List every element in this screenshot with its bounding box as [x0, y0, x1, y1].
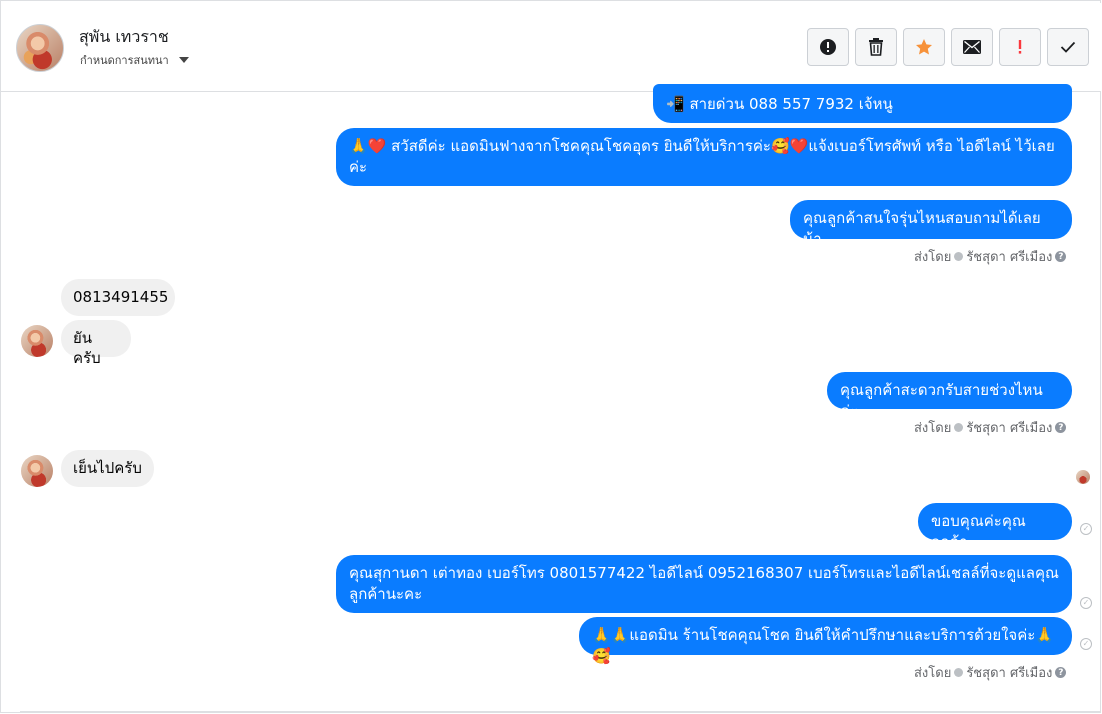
sent-by-info: ส่งโดย รัชสุดา ศรีเมือง ? — [914, 246, 1067, 267]
delete-button[interactable] — [855, 28, 897, 66]
report-button[interactable] — [807, 28, 849, 66]
outgoing-message: คุณลูกค้าสะดวกรับสายช่วงไหนค่ะ — [827, 372, 1072, 420]
assign-conversation-dropdown[interactable]: กำหนดการสนทนา — [80, 51, 189, 69]
mark-unread-button[interactable] — [951, 28, 993, 66]
seen-avatar — [1076, 470, 1090, 484]
contact-avatar-small[interactable] — [21, 455, 53, 487]
message-text: 🙏❤️ สวัสดีค่ะ แอดมินฟางจากโชคคุณโชคอุดร … — [349, 137, 1055, 176]
outgoing-message: 🙏🙏แอดมิน ร้านโชคคุณโชค ยินดีให้คำปรึกษาแ… — [579, 617, 1072, 665]
conversation-header: สุพัน เทวราช กำหนดการสนทนา — [1, 3, 1101, 92]
agent-avatar-icon — [954, 252, 964, 261]
sent-check-icon: ✓ — [1080, 638, 1092, 650]
message-text: 📲 สายด่วน 088 557 7932 เจ้หนู — [666, 95, 893, 113]
outgoing-message: คุณลูกค้าสนใจรุ่นไหนสอบถามได้เลยน้า — [790, 200, 1072, 248]
message-text: 0813491455 — [73, 288, 169, 306]
sent-by-label: ส่งโดย — [914, 250, 952, 265]
star-button[interactable] — [903, 28, 945, 66]
agent-name[interactable]: รัชสุดา ศรีเมือง — [966, 417, 1052, 438]
agent-name[interactable]: รัชสุดา ศรีเมือง — [966, 662, 1052, 683]
outgoing-message: คุณสุกานดา เต่าทอง เบอร์โทร 0801577422 ไ… — [336, 555, 1072, 613]
outgoing-message: 📲 สายด่วน 088 557 7932 เจ้หนู — [653, 84, 1072, 123]
outgoing-message: 🙏❤️ สวัสดีค่ะ แอดมินฟางจากโชคคุณโชคอุดร … — [336, 128, 1072, 186]
sent-by-info: ส่งโดย รัชสุดา ศรีเมือง ? — [914, 417, 1067, 438]
contact-avatar[interactable] — [16, 24, 64, 72]
composer-divider — [20, 711, 1100, 712]
exclamation-circle-icon — [820, 39, 836, 55]
agent-name[interactable]: รัชสุดา ศรีเมือง — [966, 246, 1052, 267]
sent-by-label: ส่งโดย — [914, 666, 952, 681]
envelope-icon — [963, 40, 981, 54]
sent-by-label: ส่งโดย — [914, 421, 952, 436]
incoming-message: เย็นไปครับ — [61, 450, 154, 487]
spam-button[interactable] — [999, 28, 1041, 66]
contact-avatar-small[interactable] — [21, 325, 53, 357]
sent-by-info: ส่งโดย รัชสุดา ศรีเมือง ? — [914, 662, 1067, 683]
trash-icon — [869, 38, 883, 56]
agent-avatar-icon — [954, 423, 964, 432]
action-toolbar — [807, 28, 1089, 66]
help-icon[interactable]: ? — [1055, 251, 1067, 262]
exclamation-icon — [1018, 40, 1022, 54]
star-icon — [916, 39, 932, 55]
caret-down-icon — [178, 57, 189, 63]
sent-check-icon: ✓ — [1080, 523, 1092, 535]
message-text: เย็นไปครับ — [73, 459, 142, 477]
contact-name[interactable]: สุพัน เทวราช — [79, 25, 169, 50]
check-icon — [1060, 41, 1076, 53]
done-button[interactable] — [1047, 28, 1089, 66]
assign-label: กำหนดการสนทนา — [80, 54, 169, 67]
agent-avatar-icon — [954, 668, 964, 677]
incoming-message: ยันครับ — [61, 320, 131, 367]
message-text: ยันครับ — [73, 329, 101, 367]
incoming-message: 0813491455 — [61, 279, 175, 316]
help-icon[interactable]: ? — [1055, 422, 1067, 433]
help-icon[interactable]: ? — [1055, 667, 1067, 678]
sent-check-icon: ✓ — [1080, 597, 1092, 609]
outgoing-message: ขอบคุณค่ะคุณลูกค้า — [918, 503, 1072, 551]
message-text: คุณสุกานดา เต่าทอง เบอร์โทร 0801577422 ไ… — [349, 564, 1059, 603]
